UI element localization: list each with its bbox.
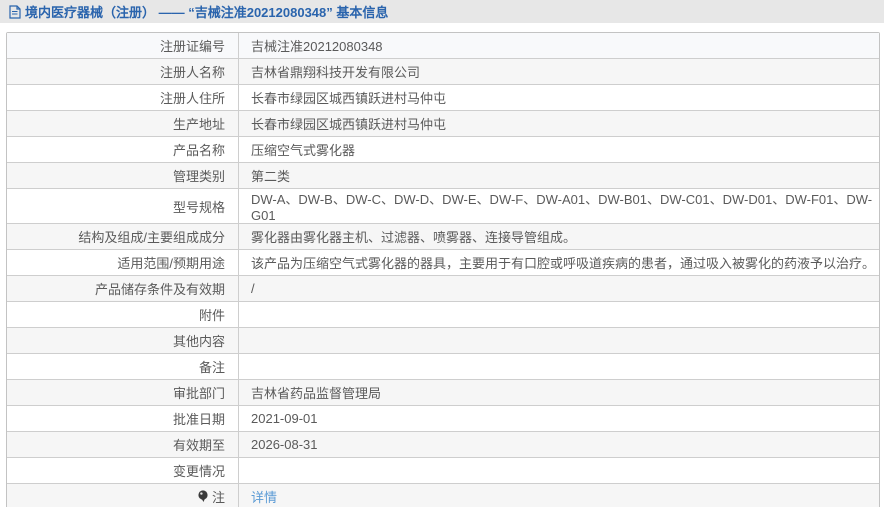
row-label: 产品储存条件及有效期 <box>94 282 225 297</box>
row-value-cell: 雾化器由雾化器主机、过滤器、喷雾器、连接导管组成。 <box>239 224 879 249</box>
row-label: 产品名称 <box>172 143 225 158</box>
row-label-cell: 批准日期 <box>7 406 239 431</box>
row-value-cell: 吉林省鼎翔科技开发有限公司 <box>239 59 879 84</box>
table-row: 有效期至 2026-08-31 <box>7 431 879 457</box>
row-value-cell: 第二类 <box>239 163 879 188</box>
row-value: 2026-08-31 <box>251 437 318 452</box>
row-label: 有效期至 <box>172 438 225 453</box>
row-label: 审批部门 <box>172 386 225 401</box>
row-label-cell: 审批部门 <box>7 380 239 405</box>
table-row: 变更情况 <box>7 457 879 483</box>
row-label-cell: 变更情况 <box>7 458 239 483</box>
row-label-cell: 管理类别 <box>7 163 239 188</box>
table-row: 型号规格 DW-A、DW-B、DW-C、DW-D、DW-E、DW-F、DW-A0… <box>7 188 879 223</box>
row-value: 2021-09-01 <box>251 411 318 426</box>
row-label: 备注 <box>198 360 225 375</box>
row-value-cell: 长春市绿园区城西镇跃进村马仲屯 <box>239 85 879 110</box>
table-row: 备注 <box>7 353 879 379</box>
row-value-cell: 吉械注准20212080348 <box>239 33 879 58</box>
row-value-cell: 该产品为压缩空气式雾化器的器具，主要用于有口腔或呼吸道疾病的患者，通过吸入被雾化… <box>239 250 879 275</box>
page-title-bar: 境内医疗器械（注册） —— “吉械注准20212080348” 基本信息 <box>0 0 884 23</box>
row-value-cell: DW-A、DW-B、DW-C、DW-D、DW-E、DW-F、DW-A01、DW-… <box>239 189 879 223</box>
row-label-cell: 注册人名称 <box>7 59 239 84</box>
row-label: 结构及组成/主要组成成分 <box>78 230 225 245</box>
table-row: 适用范围/预期用途 该产品为压缩空气式雾化器的器具，主要用于有口腔或呼吸道疾病的… <box>7 249 879 275</box>
row-label-cell: 结构及组成/主要组成成分 <box>7 224 239 249</box>
row-label-cell: 注 <box>7 484 239 507</box>
row-value-cell: 吉林省药品监督管理局 <box>239 380 879 405</box>
row-label: 其他内容 <box>172 334 225 349</box>
row-label: 注册证编号 <box>159 39 225 54</box>
row-label: 适用范围/预期用途 <box>117 256 225 271</box>
row-label: 附件 <box>198 308 225 323</box>
row-value: DW-A、DW-B、DW-C、DW-D、DW-E、DW-F、DW-A01、DW-… <box>251 192 873 223</box>
detail-link[interactable]: 详情 <box>251 487 277 506</box>
row-value-cell <box>239 328 879 353</box>
row-label-cell: 型号规格 <box>7 189 239 223</box>
row-value: 长春市绿园区城西镇跃进村马仲屯 <box>251 117 447 132</box>
page-title: 境内医疗器械（注册） —— “吉械注准20212080348” 基本信息 <box>25 5 389 20</box>
row-label-cell: 有效期至 <box>7 432 239 457</box>
info-table: 注册证编号 吉械注准20212080348 注册人名称 吉林省鼎翔科技开发有限公… <box>6 32 880 507</box>
row-value: / <box>251 281 255 296</box>
row-label: 批准日期 <box>172 412 225 427</box>
table-row: 注册证编号 吉械注准20212080348 <box>7 33 879 58</box>
row-label-cell: 产品名称 <box>7 137 239 162</box>
document-icon <box>8 4 21 19</box>
table-row: 产品名称 压缩空气式雾化器 <box>7 136 879 162</box>
row-label-cell: 注册证编号 <box>7 33 239 58</box>
row-label-cell: 附件 <box>7 302 239 327</box>
row-label-cell: 注册人住所 <box>7 85 239 110</box>
row-label: 变更情况 <box>172 464 225 479</box>
note-icon <box>197 490 209 503</box>
row-value: 雾化器由雾化器主机、过滤器、喷雾器、连接导管组成。 <box>251 230 577 245</box>
table-row: 产品储存条件及有效期 / <box>7 275 879 301</box>
table-row: 注 详情 <box>7 483 879 507</box>
row-value: 该产品为压缩空气式雾化器的器具，主要用于有口腔或呼吸道疾病的患者，通过吸入被雾化… <box>251 256 876 271</box>
table-row: 批准日期 2021-09-01 <box>7 405 879 431</box>
table-row: 附件 <box>7 301 879 327</box>
row-value: 吉械注准20212080348 <box>251 39 383 54</box>
row-label-cell: 备注 <box>7 354 239 379</box>
row-value-cell <box>239 302 879 327</box>
row-label-cell: 产品储存条件及有效期 <box>7 276 239 301</box>
row-label-cell: 其他内容 <box>7 328 239 353</box>
table-row: 生产地址 长春市绿园区城西镇跃进村马仲屯 <box>7 110 879 136</box>
row-value: 压缩空气式雾化器 <box>251 143 356 158</box>
row-value-cell: 2021-09-01 <box>239 406 879 431</box>
row-value: 吉林省药品监督管理局 <box>251 386 382 401</box>
row-value-cell <box>239 458 879 483</box>
table-row: 注册人名称 吉林省鼎翔科技开发有限公司 <box>7 58 879 84</box>
row-value-cell: 2026-08-31 <box>239 432 879 457</box>
row-value: 吉林省鼎翔科技开发有限公司 <box>251 65 421 80</box>
row-value-cell: 详情 <box>239 484 879 507</box>
table-row: 结构及组成/主要组成成分 雾化器由雾化器主机、过滤器、喷雾器、连接导管组成。 <box>7 223 879 249</box>
table-row: 注册人住所 长春市绿园区城西镇跃进村马仲屯 <box>7 84 879 110</box>
row-label-cell: 适用范围/预期用途 <box>7 250 239 275</box>
row-label: 注册人名称 <box>159 65 225 80</box>
row-value-cell: / <box>239 276 879 301</box>
row-value-cell: 长春市绿园区城西镇跃进村马仲屯 <box>239 111 879 136</box>
table-row: 其他内容 <box>7 327 879 353</box>
row-label: 生产地址 <box>172 117 225 132</box>
row-value-cell <box>239 354 879 379</box>
row-label-cell: 生产地址 <box>7 111 239 136</box>
table-row: 管理类别 第二类 <box>7 162 879 188</box>
row-label: 注 <box>211 490 225 505</box>
row-label: 型号规格 <box>172 199 225 215</box>
row-value-cell: 压缩空气式雾化器 <box>239 137 879 162</box>
row-value: 第二类 <box>251 169 291 184</box>
row-label: 管理类别 <box>172 169 225 184</box>
table-row: 审批部门 吉林省药品监督管理局 <box>7 379 879 405</box>
row-value: 长春市绿园区城西镇跃进村马仲屯 <box>251 91 447 106</box>
row-label: 注册人住所 <box>159 91 225 106</box>
